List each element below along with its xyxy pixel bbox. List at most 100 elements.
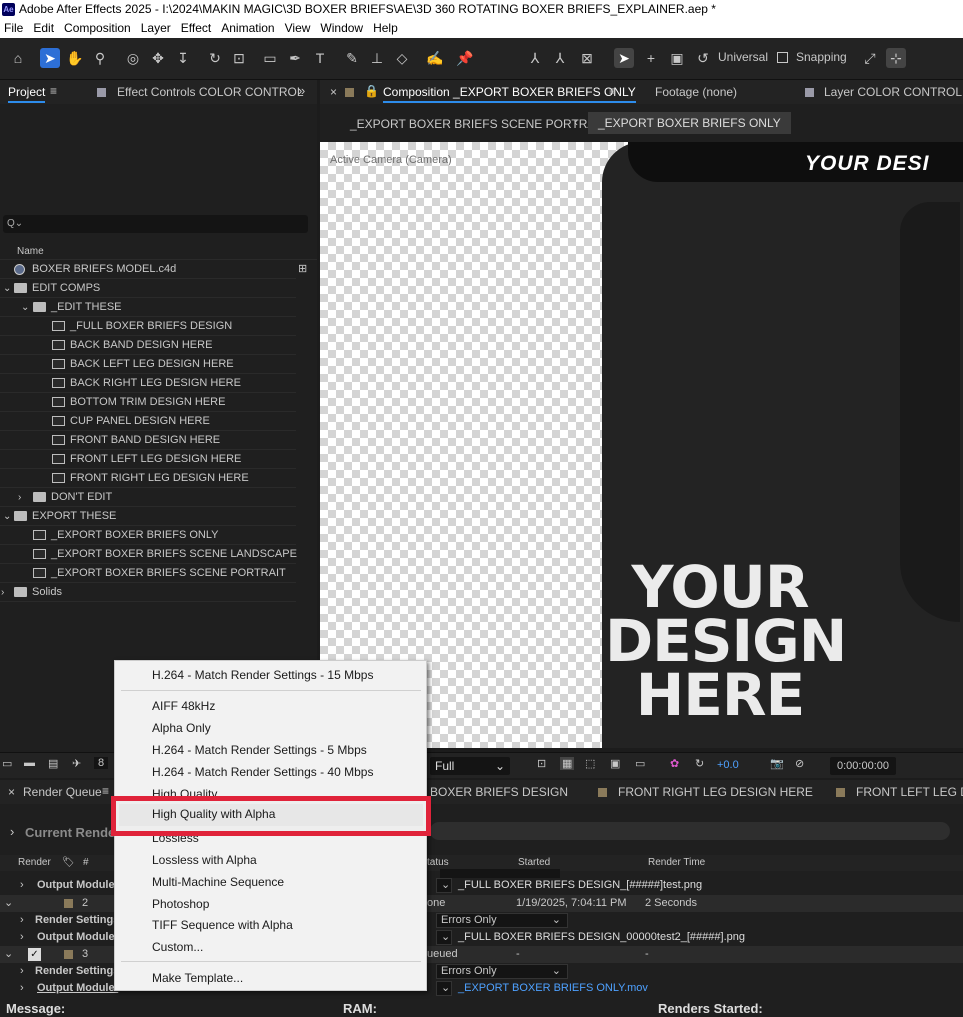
menu-animation[interactable]: Animation	[221, 21, 274, 35]
zoom-select[interactable]: 8	[94, 757, 109, 769]
panel-menu-icon[interactable]: ≡	[50, 84, 57, 98]
eraser-tool-icon[interactable]: ◇	[392, 48, 412, 68]
home-icon[interactable]: ⌂	[8, 48, 28, 68]
tab-render-queue[interactable]: Render Queue	[23, 785, 102, 799]
menu-window[interactable]: Window	[320, 21, 363, 35]
world-axis-icon[interactable]: ⅄	[550, 48, 570, 68]
universal-label[interactable]: Universal	[718, 50, 768, 64]
menu-item[interactable]: H.264 - Match Render Settings - 15 Mbps	[152, 668, 373, 682]
anchor-point-tool-icon[interactable]: ⊡	[229, 48, 249, 68]
film-icon[interactable]: ▤	[48, 757, 58, 770]
rectangle-tool-icon[interactable]: ▭	[260, 48, 280, 68]
chevron-right-icon[interactable]: ›	[20, 877, 24, 894]
project-folder[interactable]: ⌄ EXPORT THESE	[0, 507, 296, 526]
project-folder[interactable]: ⌄ EDIT COMPS	[0, 279, 296, 298]
menu-item[interactable]: AIFF 48kHz	[152, 699, 215, 713]
color-management-icon[interactable]: ✿	[670, 757, 679, 770]
rotation-tool-icon[interactable]: ↻	[205, 48, 225, 68]
snap-options-icon[interactable]: ⤢	[860, 48, 880, 68]
lock-icon[interactable]: 🔒	[364, 84, 379, 98]
dolly-camera-icon[interactable]: ↧	[173, 48, 193, 68]
menu-item[interactable]: Photoshop	[152, 897, 209, 911]
chevron-right-icon[interactable]: ›	[18, 488, 21, 507]
panel-overflow-icon[interactable]: »	[298, 83, 305, 98]
menu-item[interactable]: Custom...	[152, 940, 203, 954]
local-axis-icon[interactable]: ⅄	[525, 48, 545, 68]
project-item[interactable]: _EXPORT BOXER BRIEFS SCENE PORTRAIT	[0, 564, 296, 583]
tab-comp[interactable]: FRONT LEFT LEG DES	[856, 785, 963, 799]
project-item[interactable]: _FULL BOXER BRIEFS DESIGN	[0, 317, 296, 336]
close-icon[interactable]: ×	[8, 785, 15, 799]
menu-composition[interactable]: Composition	[64, 21, 131, 35]
project-item[interactable]: FRONT BAND DESIGN HERE	[0, 431, 296, 450]
menu-effect[interactable]: Effect	[181, 21, 211, 35]
roto-brush-tool-icon[interactable]: ✍	[425, 48, 445, 68]
chevron-down-icon[interactable]: ⌄	[3, 507, 11, 526]
view-axis-icon[interactable]: ⊠	[577, 48, 597, 68]
chevron-right-icon[interactable]: ›	[20, 929, 24, 946]
project-folder[interactable]: › DON'T EDIT	[0, 488, 296, 507]
chevron-right-icon[interactable]: ›	[20, 912, 24, 929]
snapping-checkbox[interactable]	[777, 52, 788, 63]
project-item[interactable]: BOTTOM TRIM DESIGN HERE	[0, 393, 296, 412]
chevron-right-icon[interactable]: ›	[1, 583, 4, 602]
3d-scale-icon[interactable]: ▣	[667, 48, 687, 68]
name-column-header[interactable]: Name	[0, 244, 317, 260]
project-item[interactable]: BACK BAND DESIGN HERE	[0, 336, 296, 355]
tab-project[interactable]: Project	[8, 85, 46, 103]
workspace-icon[interactable]: ⊹	[886, 48, 906, 68]
chevron-down-icon[interactable]: ⌄	[21, 298, 29, 317]
show-snapshot-icon[interactable]: ⊘	[795, 757, 804, 770]
chevron-right-icon[interactable]: ›	[20, 963, 24, 980]
menu-item[interactable]: Lossless with Alpha	[152, 853, 257, 867]
project-item[interactable]: FRONT RIGHT LEG DESIGN HERE	[0, 469, 296, 488]
menu-item[interactable]: Multi-Machine Sequence	[152, 875, 284, 889]
pen-tool-icon[interactable]: ✒	[285, 48, 305, 68]
tab-composition[interactable]: Composition _EXPORT BOXER BRIEFS ONLY	[383, 85, 636, 103]
project-folder[interactable]: ⌄ _EDIT THESE	[0, 298, 296, 317]
chevron-down-icon[interactable]: ⌄	[436, 930, 452, 945]
panel-menu-icon[interactable]: ≡	[609, 84, 616, 98]
project-item[interactable]: BOXER BRIEFS MODEL.c4d ⊞	[0, 260, 307, 279]
brush-tool-icon[interactable]: ✎	[342, 48, 362, 68]
project-item[interactable]: FRONT LEFT LEG DESIGN HERE	[0, 450, 296, 469]
menu-item-high-quality-with-alpha[interactable]: High Quality with Alpha	[152, 807, 275, 821]
menu-view[interactable]: View	[285, 21, 311, 35]
menu-item[interactable]: H.264 - Match Render Settings - 40 Mbps	[152, 765, 373, 779]
log-select[interactable]: Errors Only ⌄	[436, 964, 568, 979]
current-time[interactable]: 0:00:00:00	[830, 757, 896, 775]
region-of-interest-icon[interactable]: ⊡	[537, 757, 546, 770]
grid-guides-icon[interactable]: ▣	[610, 757, 620, 770]
chevron-right-icon[interactable]: ›	[20, 980, 24, 997]
3d-move-icon[interactable]: +	[641, 48, 661, 68]
orbit-camera-icon[interactable]: ◎	[123, 48, 143, 68]
project-item[interactable]: BACK RIGHT LEG DESIGN HERE	[0, 374, 296, 393]
menu-help[interactable]: Help	[373, 21, 398, 35]
menu-edit[interactable]: Edit	[33, 21, 54, 35]
panel-menu-icon[interactable]: ≡	[102, 784, 109, 798]
project-item[interactable]: BACK LEFT LEG DESIGN HERE	[0, 355, 296, 374]
tab-comp[interactable]: BOXER BRIEFS DESIGN	[430, 785, 568, 799]
tab-effect-controls[interactable]: Effect Controls COLOR CONTROL	[117, 85, 304, 99]
chevron-down-icon[interactable]: ⌄	[4, 946, 13, 963]
menu-item[interactable]: H.264 - Match Render Settings - 5 Mbps	[152, 743, 367, 757]
chevron-right-icon[interactable]: ›	[10, 824, 14, 839]
project-folder[interactable]: › Solids	[0, 583, 296, 602]
chevron-down-icon[interactable]: ⌄	[436, 878, 452, 893]
composition-viewport[interactable]: Active Camera (Camera) YOUR DESI YOUR DE…	[320, 142, 963, 748]
folder-icon[interactable]: ▬	[24, 757, 35, 769]
resolution-select[interactable]: Full ⌄	[430, 757, 510, 775]
menu-item[interactable]: Alpha Only	[152, 721, 211, 735]
project-item[interactable]: CUP PANEL DESIGN HERE	[0, 412, 296, 431]
log-select[interactable]: Errors Only ⌄	[436, 913, 568, 928]
exposure-value[interactable]: +0.0	[717, 759, 739, 771]
channel-icon[interactable]: ▭	[635, 757, 645, 770]
clone-stamp-tool-icon[interactable]: ⊥	[367, 48, 387, 68]
zoom-tool-icon[interactable]: ⚲	[90, 48, 110, 68]
transparency-grid-icon[interactable]: ▦	[560, 757, 575, 770]
project-search-input[interactable]: Q⌄	[3, 215, 308, 233]
menu-file[interactable]: File	[4, 21, 23, 35]
monitor-icon[interactable]: ▭	[2, 757, 12, 770]
3d-rotate-icon[interactable]: ↺	[693, 48, 713, 68]
menu-item[interactable]: TIFF Sequence with Alpha	[152, 918, 293, 932]
